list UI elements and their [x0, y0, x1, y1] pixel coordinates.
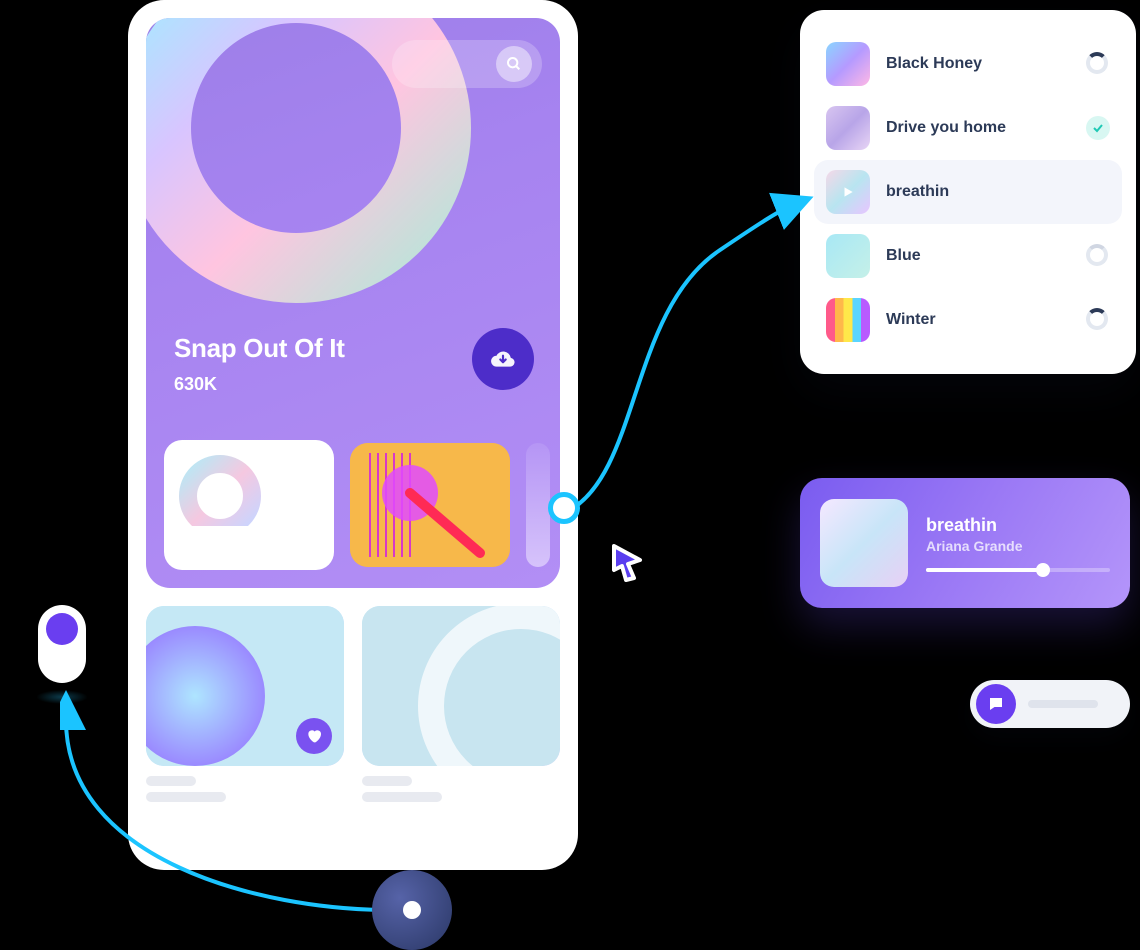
track-title: Winter [886, 311, 1070, 329]
track-thumbnail [826, 170, 870, 214]
loading-ring-icon [1086, 308, 1108, 330]
phone-frame: Snap Out Of It 630K [128, 0, 578, 870]
track-title: Drive you home [886, 119, 1070, 137]
track-row[interactable]: Blue [814, 224, 1122, 288]
now-playing-info: breathin Ariana Grande [926, 515, 1110, 572]
cloud-download-icon [490, 346, 516, 372]
chat-pill[interactable] [970, 680, 1130, 728]
tile-meta [362, 776, 560, 802]
check-icon [1092, 122, 1104, 134]
now-playing-artist: Ariana Grande [926, 538, 1110, 554]
connector-knob-dot [403, 901, 421, 919]
skeleton-line [146, 776, 196, 786]
toggle-handle [46, 613, 78, 645]
progress-fill [926, 568, 1040, 572]
thumbnail-artwork [170, 446, 270, 526]
search-pill[interactable] [392, 40, 542, 88]
hero-title: Snap Out Of It [174, 333, 345, 364]
tile-group [146, 606, 344, 802]
skeleton-line [146, 792, 226, 802]
skeleton-line [1028, 700, 1098, 708]
connector-arrow [560, 190, 820, 530]
track-status [1086, 244, 1110, 268]
tile-group [362, 606, 560, 802]
hero-card: Snap Out Of It 630K [146, 18, 560, 588]
progress-knob[interactable] [1036, 563, 1050, 577]
play-icon [841, 185, 855, 199]
toggle-glow [36, 690, 88, 704]
chat-icon [987, 695, 1005, 713]
thumbnail-artwork [350, 443, 510, 567]
track-status [1086, 52, 1110, 76]
tile-grid [146, 606, 560, 802]
skeleton-line [362, 792, 442, 802]
download-button[interactable] [472, 328, 534, 390]
track-row-selected[interactable]: breathin [814, 160, 1122, 224]
carousel-card[interactable] [164, 440, 334, 570]
hero-info: Snap Out Of It 630K [174, 333, 345, 395]
now-playing-thumbnail [820, 499, 908, 587]
grid-tile[interactable] [362, 606, 560, 766]
track-status [1086, 308, 1110, 332]
done-badge [1086, 116, 1110, 140]
track-status [1086, 116, 1110, 140]
track-row[interactable]: Black Honey [814, 32, 1122, 96]
grid-tile[interactable] [146, 606, 344, 766]
playlist-panel: Black Honey Drive you home breathin Blue… [800, 10, 1136, 374]
tile-artwork [362, 606, 560, 766]
now-playing-title: breathin [926, 515, 1110, 536]
skeleton-line [362, 776, 412, 786]
connector-knob [372, 870, 452, 950]
track-row[interactable]: Winter [814, 288, 1122, 352]
track-title: Blue [886, 247, 1070, 265]
favorite-button[interactable] [296, 718, 332, 754]
track-title: Black Honey [886, 55, 1070, 73]
hero-count: 630K [174, 374, 345, 395]
track-row[interactable]: Drive you home [814, 96, 1122, 160]
tile-meta [146, 776, 344, 802]
progress-bar[interactable] [926, 568, 1110, 572]
heart-icon [306, 728, 322, 744]
connector-node [548, 492, 580, 524]
hero-carousel[interactable] [164, 440, 550, 570]
carousel-card[interactable] [350, 443, 510, 567]
chat-button[interactable] [976, 684, 1016, 724]
search-icon [506, 56, 522, 72]
toggle-switch[interactable] [38, 605, 86, 683]
now-playing-card[interactable]: breathin Ariana Grande [800, 478, 1130, 608]
loading-ring-icon [1086, 244, 1108, 266]
cursor-icon [606, 540, 646, 589]
track-thumbnail [826, 42, 870, 86]
track-thumbnail [826, 234, 870, 278]
search-button[interactable] [496, 46, 532, 82]
track-title: breathin [886, 183, 1110, 201]
loading-ring-icon [1086, 52, 1108, 74]
carousel-card-peek[interactable] [526, 443, 550, 567]
track-thumbnail [826, 298, 870, 342]
track-thumbnail [826, 106, 870, 150]
